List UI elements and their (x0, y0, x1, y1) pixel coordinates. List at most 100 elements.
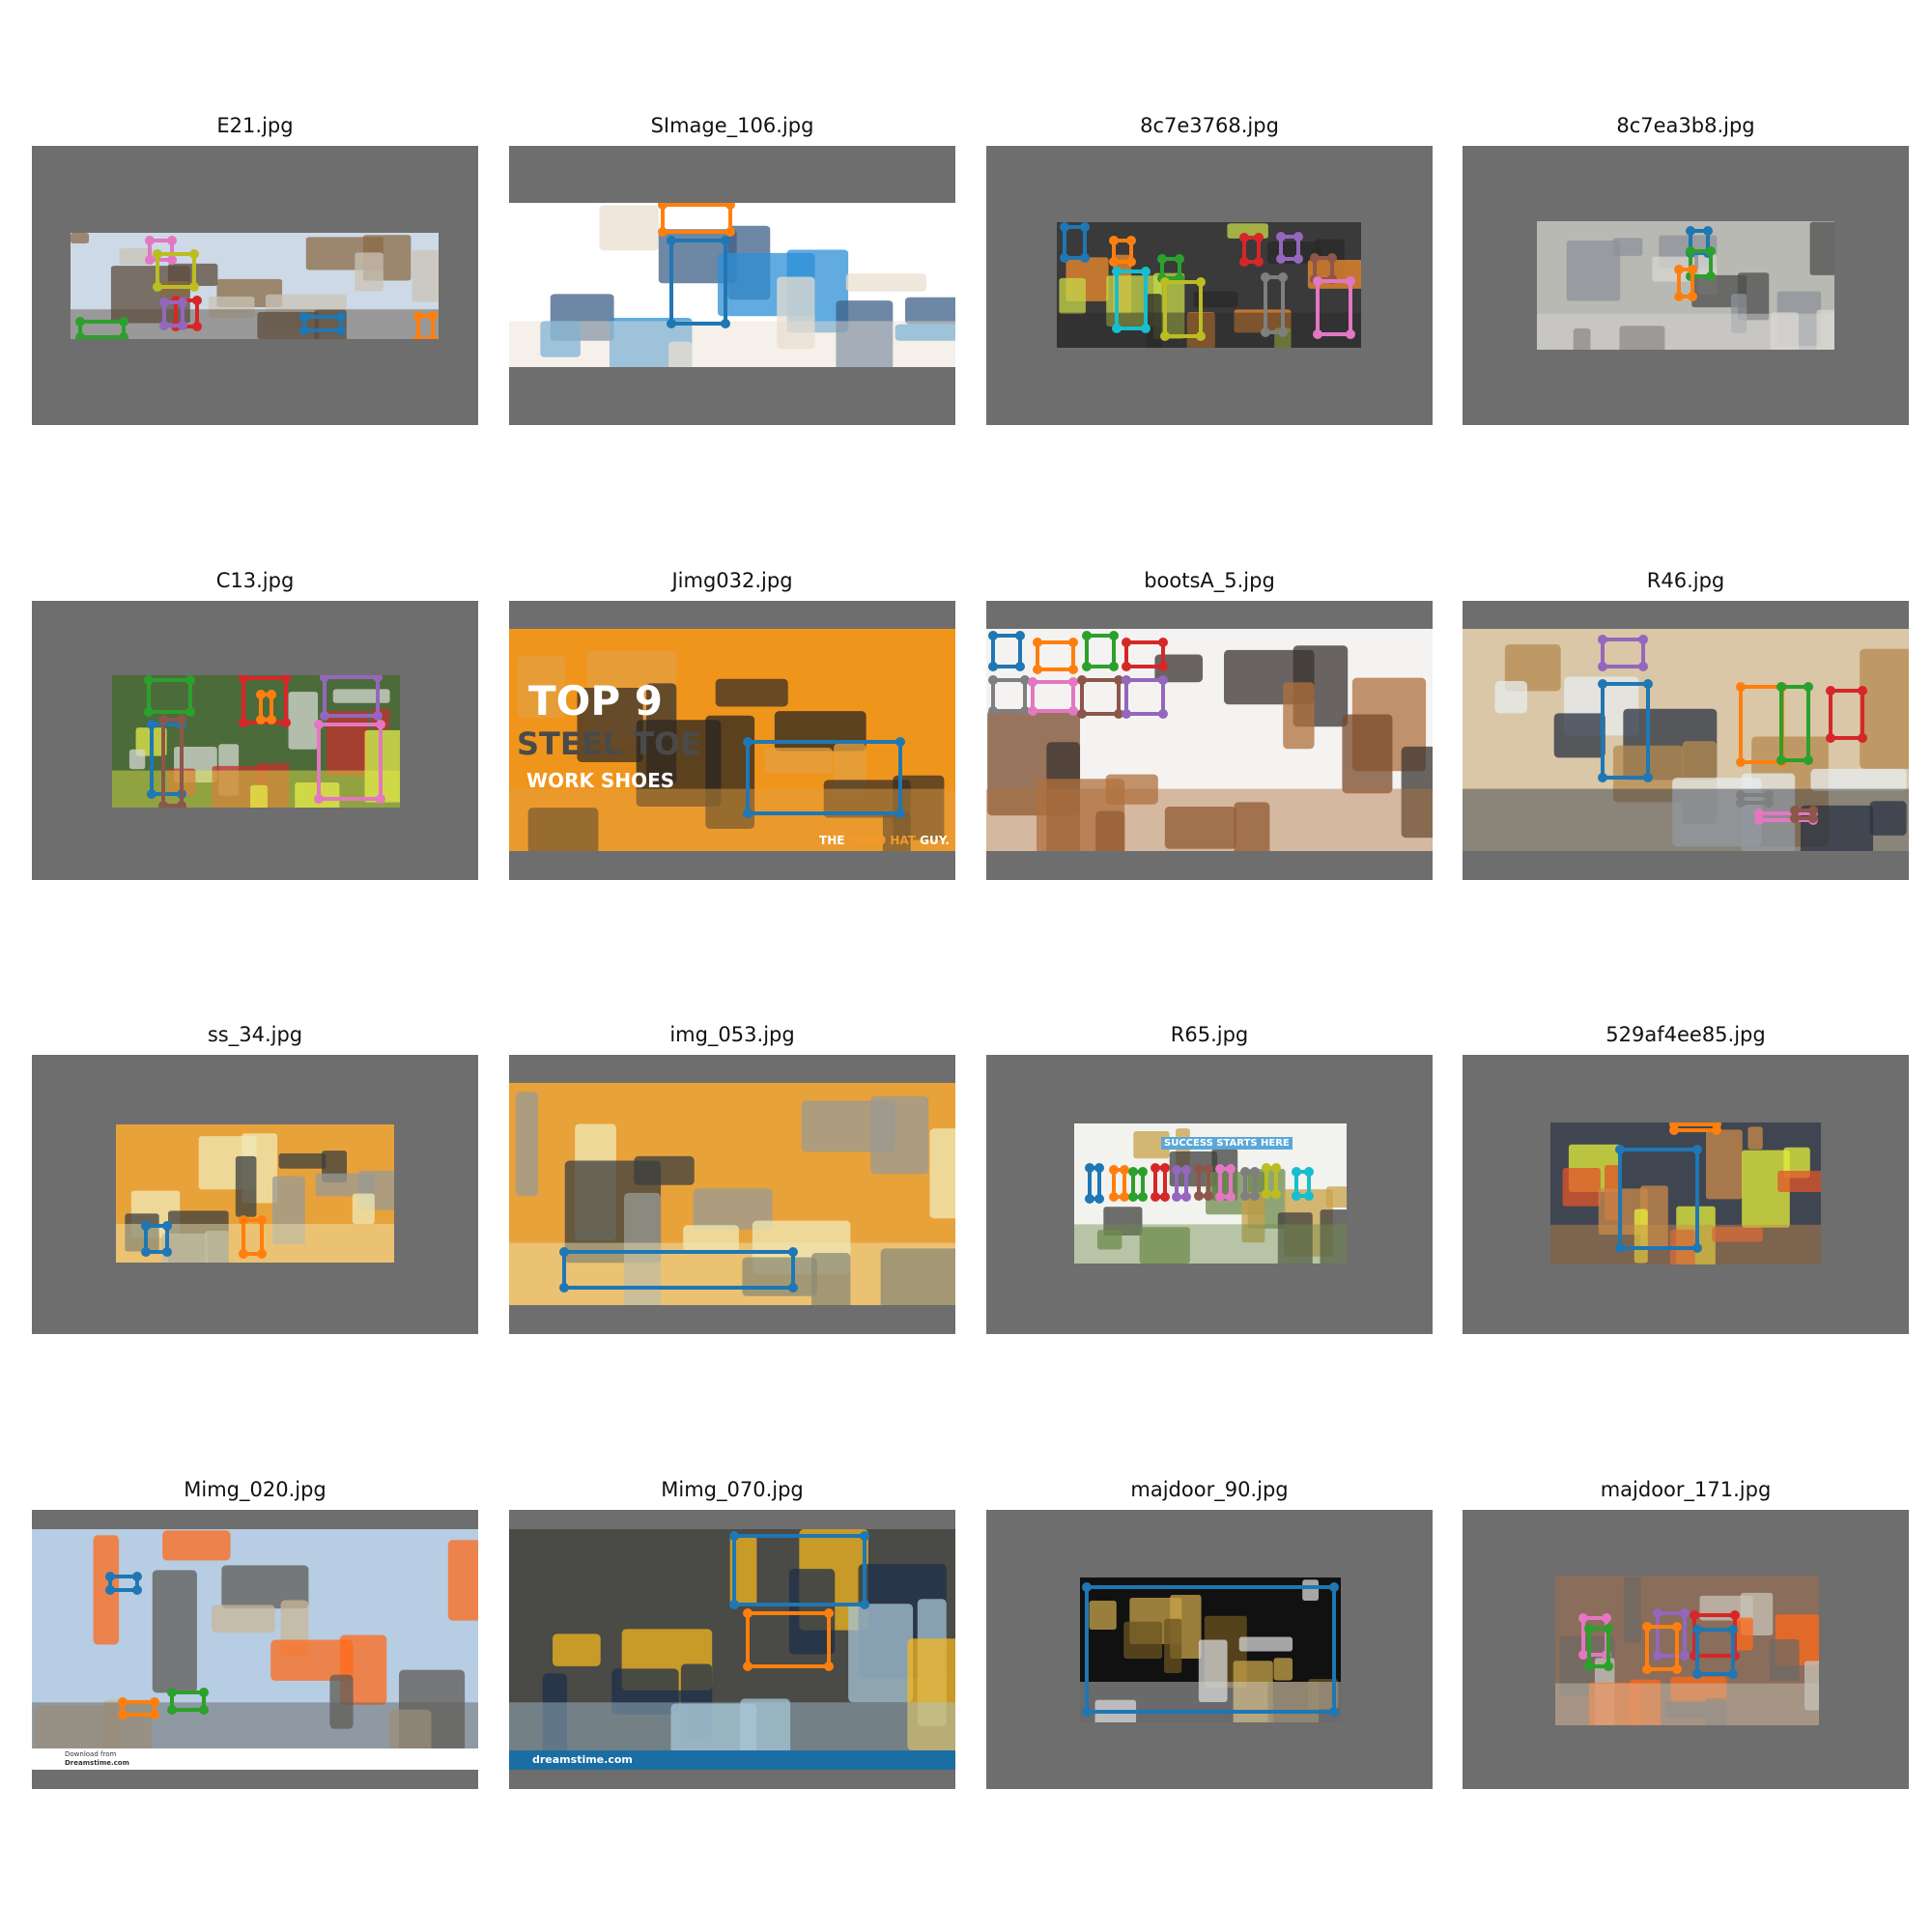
box-corner-keypoint (166, 235, 177, 245)
box-corner-keypoint (104, 1572, 115, 1582)
bounding-box (559, 1246, 798, 1293)
box-corner-keypoint (1239, 233, 1250, 243)
box-corner-keypoint (1081, 630, 1092, 640)
photo (1555, 1576, 1819, 1725)
box-corner-keypoint (1278, 327, 1289, 337)
box-corner-keypoint (146, 720, 156, 730)
box-corner-keypoint (146, 788, 156, 799)
box-corner-keypoint (1641, 1622, 1652, 1633)
box-corner-keypoint (1249, 1166, 1260, 1177)
box-corner-keypoint (1108, 630, 1119, 640)
bounding-box (1598, 679, 1654, 783)
brand-watermark-part: GUY. (915, 834, 950, 847)
watermark-text: Dreamstime.com (65, 1759, 129, 1767)
bounding-box (1215, 1163, 1236, 1203)
box-corner-keypoint (74, 317, 85, 327)
box-corner-keypoint (428, 310, 439, 321)
bounding-box (1691, 1625, 1738, 1679)
box-corner-keypoint (1193, 1190, 1204, 1201)
photo (1057, 222, 1361, 348)
image-title: majdoor_90.jpg (1130, 1478, 1289, 1501)
box-corner-keypoint (1328, 1581, 1339, 1592)
box-corner-keypoint (1125, 256, 1136, 267)
box-corner-keypoint (1249, 1190, 1260, 1201)
box-corner-keypoint (1598, 635, 1608, 645)
box-corner-keypoint (1082, 1581, 1093, 1592)
box-corner-keypoint (1705, 246, 1716, 257)
box-corner-keypoint (1261, 271, 1271, 282)
box-corner-keypoint (1673, 291, 1684, 301)
box-corner-keypoint (313, 794, 324, 805)
box-corner-keypoint (140, 1220, 151, 1231)
box-corner-keypoint (319, 675, 329, 682)
image-panel: dreamstime.com (509, 1510, 955, 1789)
box-corner-keypoint (1727, 1625, 1738, 1635)
box-corner-keypoint (152, 282, 162, 293)
box-corner-keypoint (1691, 1668, 1702, 1679)
box-corner-keypoint (1293, 232, 1303, 242)
bounding-box (1789, 806, 1818, 823)
box-corner-keypoint (987, 706, 998, 717)
image-panel (986, 1510, 1433, 1789)
bounding-box (1776, 681, 1814, 765)
box-corner-keypoint (167, 1687, 178, 1697)
bounding-box (313, 720, 386, 805)
image-panel (32, 146, 478, 425)
image-title: Jimg032.jpg (671, 569, 793, 592)
box-corner-keypoint (161, 1220, 172, 1231)
image-title: img_053.jpg (669, 1023, 795, 1046)
box-corner-keypoint (335, 311, 346, 322)
bounding-box (1122, 637, 1168, 672)
box-corner-keypoint (987, 674, 998, 685)
box-corner-keypoint (1691, 1625, 1702, 1635)
box-corner-keypoint (859, 1530, 869, 1541)
box-corner-keypoint (1309, 253, 1320, 264)
box-corner-keypoint (1776, 755, 1787, 765)
bounding-box (1032, 637, 1079, 674)
box-corner-keypoint (1128, 1166, 1139, 1177)
photo: TOP 9 STEEL TOE WORK SHOES THE HARD HAT GUY… (509, 629, 955, 851)
box-corner-keypoint (1068, 637, 1079, 647)
image-title: SImage_106.jpg (650, 114, 814, 137)
bounding-box (1312, 275, 1355, 340)
box-corner-keypoint (987, 662, 998, 672)
photo-text: SUCCESS STARTS HERE (1161, 1137, 1293, 1150)
box-corner-keypoint (1108, 235, 1119, 245)
box-corner-keypoint (313, 720, 324, 730)
box-corner-keypoint (1689, 1609, 1699, 1620)
box-corner-keypoint (1077, 674, 1088, 685)
box-corner-keypoint (1753, 815, 1764, 826)
box-corner-keypoint (1060, 222, 1070, 232)
box-corner-keypoint (742, 737, 753, 747)
box-corner-keypoint (238, 1248, 248, 1259)
box-corner-keypoint (266, 689, 276, 699)
box-corner-keypoint (559, 1246, 570, 1257)
box-corner-keypoint (159, 298, 170, 308)
bounding-box (729, 1530, 869, 1609)
box-corner-keypoint (1225, 1192, 1236, 1203)
bounding-box (1615, 1145, 1702, 1254)
box-corner-keypoint (1583, 1623, 1594, 1634)
box-corner-keypoint (1239, 1190, 1250, 1201)
box-corner-keypoint (256, 1248, 267, 1259)
photo-text: STEEL TOE (517, 725, 702, 762)
box-corner-keypoint (1345, 275, 1355, 286)
bounding-box (1111, 267, 1151, 333)
box-corner-keypoint (1686, 225, 1696, 236)
box-corner-keypoint (188, 282, 199, 293)
bounding-box (152, 248, 199, 293)
box-corner-keypoint (787, 1282, 798, 1293)
box-corner-keypoint (1215, 1163, 1226, 1174)
bounding-box (1239, 1166, 1260, 1201)
box-corner-keypoint (1789, 812, 1800, 823)
image-title: C13.jpg (215, 569, 295, 592)
bounding-box (1060, 222, 1091, 263)
box-corner-keypoint (131, 1584, 142, 1595)
box-corner-keypoint (256, 1215, 267, 1226)
box-corner-keypoint (1239, 1166, 1250, 1177)
box-corner-keypoint (255, 714, 266, 724)
image-title: 8c7ea3b8.jpg (1616, 114, 1755, 137)
watermark-text: Download from (65, 1750, 117, 1758)
bounding-box (319, 675, 384, 721)
box-corner-keypoint (1825, 732, 1835, 743)
